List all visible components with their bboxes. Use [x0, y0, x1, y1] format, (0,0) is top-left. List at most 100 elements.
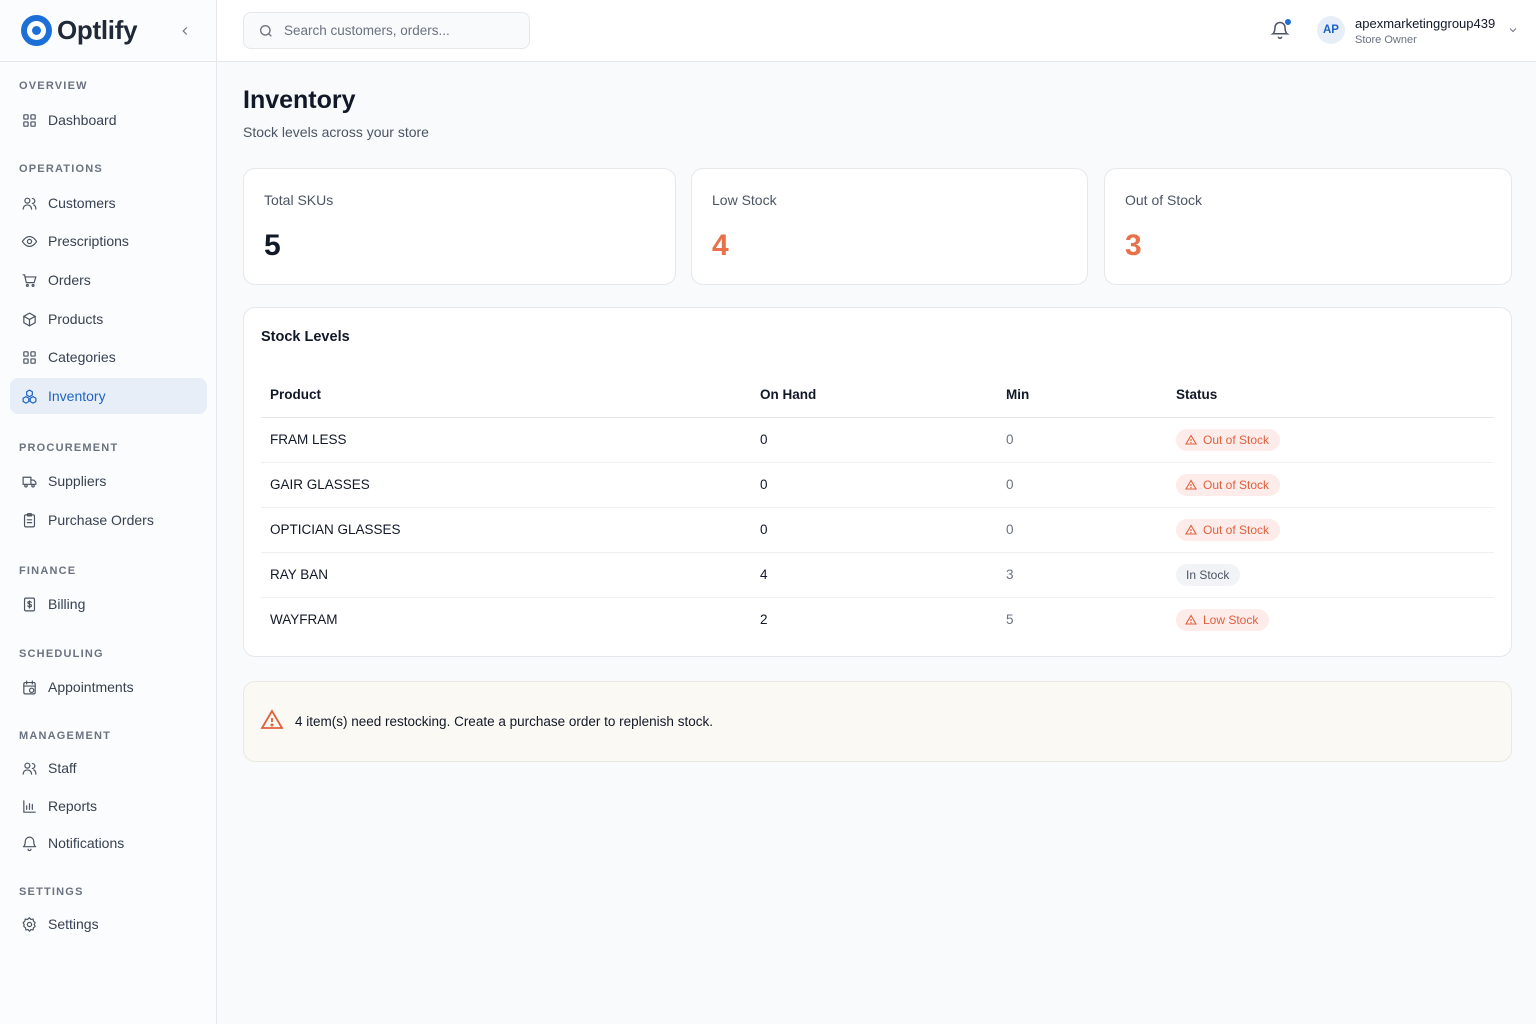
column-header-min[interactable]: Min	[997, 373, 1167, 418]
chevron-down-icon[interactable]	[1507, 24, 1519, 36]
sidebar-item-label: Prescriptions	[48, 233, 129, 249]
stat-label: Low Stock	[712, 192, 777, 208]
stock-table: Product On Hand Min Status FRAM LESS 0 0 Ou…	[261, 373, 1494, 642]
status-badge: Low Stock	[1176, 608, 1270, 631]
cart-icon	[20, 271, 38, 289]
sidebar-item-settings[interactable]: Settings	[10, 906, 207, 942]
sidebar-item-label: Appointments	[48, 679, 134, 695]
sidebar-item-label: Billing	[48, 596, 86, 612]
column-header-on-hand[interactable]: On Hand	[751, 373, 997, 418]
brand: Optlify	[0, 0, 216, 62]
warning-icon	[1185, 478, 1197, 491]
sidebar-item-label: Categories	[48, 349, 116, 365]
search-input[interactable]	[284, 23, 514, 38]
user-name[interactable]: apexmarketinggroup439	[1355, 16, 1495, 31]
cell-min: 3	[997, 552, 1167, 598]
truck-icon	[20, 472, 38, 490]
sidebar-item-billing[interactable]: Billing	[10, 586, 207, 622]
dashboard-icon	[20, 111, 38, 129]
brand-logo-icon	[21, 15, 52, 46]
sidebar-item-purchase-orders[interactable]: Purchase Orders	[10, 502, 207, 538]
nav-section-settings: SETTINGS	[19, 886, 84, 898]
table-row[interactable]: FRAM LESS 0 0 Out of Stock	[261, 417, 1494, 463]
sidebar-item-label: Dashboard	[48, 112, 117, 128]
cell-min: 0	[997, 417, 1167, 463]
cell-status: In Stock	[1167, 552, 1494, 598]
sidebar-item-label: Purchase Orders	[48, 512, 154, 528]
notification-dot	[1284, 18, 1292, 26]
nav-section-overview: OVERVIEW	[19, 80, 88, 92]
status-badge-label: Out of Stock	[1203, 477, 1270, 492]
stat-label: Out of Stock	[1125, 192, 1203, 208]
warning-icon	[1185, 433, 1197, 446]
cell-product: WAYFRAM	[270, 612, 338, 628]
table-row[interactable]: RAY BAN 4 3 In Stock	[261, 552, 1494, 598]
sidebar-item-label: Reports	[48, 798, 98, 814]
sidebar-item-label: Staff	[48, 760, 77, 776]
table-row[interactable]: WAYFRAM 2 5 Low Stock	[261, 597, 1494, 642]
nav-section-scheduling: SCHEDULING	[19, 648, 104, 660]
stock-levels-title: Stock Levels	[261, 329, 350, 345]
table-header-row: Product On Hand Min Status	[261, 373, 1494, 418]
status-badge: Out of Stock	[1176, 428, 1281, 451]
status-badge-label: Out of Stock	[1203, 432, 1270, 447]
sidebar-item-categories[interactable]: Categories	[10, 339, 207, 375]
bar-chart-icon	[20, 797, 38, 815]
sidebar-item-dashboard[interactable]: Dashboard	[10, 102, 207, 138]
package-icon	[20, 310, 38, 328]
receipt-icon	[20, 595, 38, 613]
clipboard-icon	[20, 511, 38, 529]
notifications-button[interactable]	[1270, 18, 1292, 42]
cell-status: Out of Stock	[1167, 462, 1494, 508]
sidebar-item-inventory[interactable]: Inventory	[10, 378, 207, 414]
alert-text: 4 item(s) need restocking. Create a purc…	[295, 714, 713, 729]
staff-icon	[20, 759, 38, 777]
sidebar-item-label: Settings	[48, 916, 99, 932]
sidebar-item-products[interactable]: Products	[10, 301, 207, 337]
inventory-icon	[20, 387, 38, 405]
grid-icon	[20, 348, 38, 366]
avatar[interactable]: AP	[1317, 16, 1345, 44]
stat-value: 4	[712, 229, 729, 262]
sidebar-item-label: Orders	[48, 272, 91, 288]
sidebar-item-label: Notifications	[48, 835, 125, 851]
status-badge: In Stock	[1176, 563, 1241, 586]
brand-name: Optlify	[57, 15, 138, 45]
sidebar-item-orders[interactable]: Orders	[10, 262, 207, 298]
table-row[interactable]: GAIR GLASSES 0 0 Out of Stock	[261, 462, 1494, 508]
table-row[interactable]: OPTICIAN GLASSES 0 0 Out of Stock	[261, 507, 1494, 553]
cell-status: Out of Stock	[1167, 507, 1494, 553]
search-box[interactable]	[243, 12, 530, 49]
cell-status: Out of Stock	[1167, 417, 1494, 463]
chevron-left-icon	[182, 27, 188, 35]
sidebar-item-customers[interactable]: Customers	[10, 185, 207, 221]
sidebar-item-suppliers[interactable]: Suppliers	[10, 463, 207, 499]
page-subtitle: Stock levels across your store	[243, 124, 429, 140]
column-header-status[interactable]: Status	[1167, 373, 1494, 418]
cell-min: 0	[997, 462, 1167, 508]
warning-icon	[1185, 614, 1197, 626]
sidebar-item-appointments[interactable]: Appointments	[10, 669, 207, 705]
status-badge-label: Low Stock	[1203, 612, 1259, 627]
cell-on-hand: 4	[751, 552, 997, 598]
status-badge-label: Out of Stock	[1203, 522, 1270, 537]
user-role: Store Owner	[1355, 34, 1417, 46]
sidebar-item-label: Inventory	[48, 388, 106, 404]
sidebar-item-prescriptions[interactable]: Prescriptions	[10, 223, 207, 259]
users-icon	[20, 194, 38, 212]
sidebar-item-label: Suppliers	[48, 473, 107, 489]
cell-status: Low Stock	[1167, 597, 1494, 642]
gear-icon	[20, 915, 38, 933]
sidebar-item-notifications[interactable]: Notifications	[10, 825, 207, 861]
sidebar-item-label: Products	[48, 311, 104, 327]
nav-section-procurement: PROCUREMENT	[19, 442, 119, 454]
sidebar-item-reports[interactable]: Reports	[10, 788, 207, 824]
bell-icon	[20, 834, 38, 852]
column-header-product[interactable]: Product	[261, 373, 751, 418]
sidebar-item-staff[interactable]: Staff	[10, 750, 207, 786]
cell-min: 5	[1006, 612, 1014, 628]
cell-product: OPTICIAN GLASSES	[261, 507, 751, 553]
cell-product: FRAM LESS	[261, 417, 751, 463]
collapse-sidebar-button[interactable]	[176, 22, 194, 40]
stat-value: 5	[264, 229, 281, 262]
